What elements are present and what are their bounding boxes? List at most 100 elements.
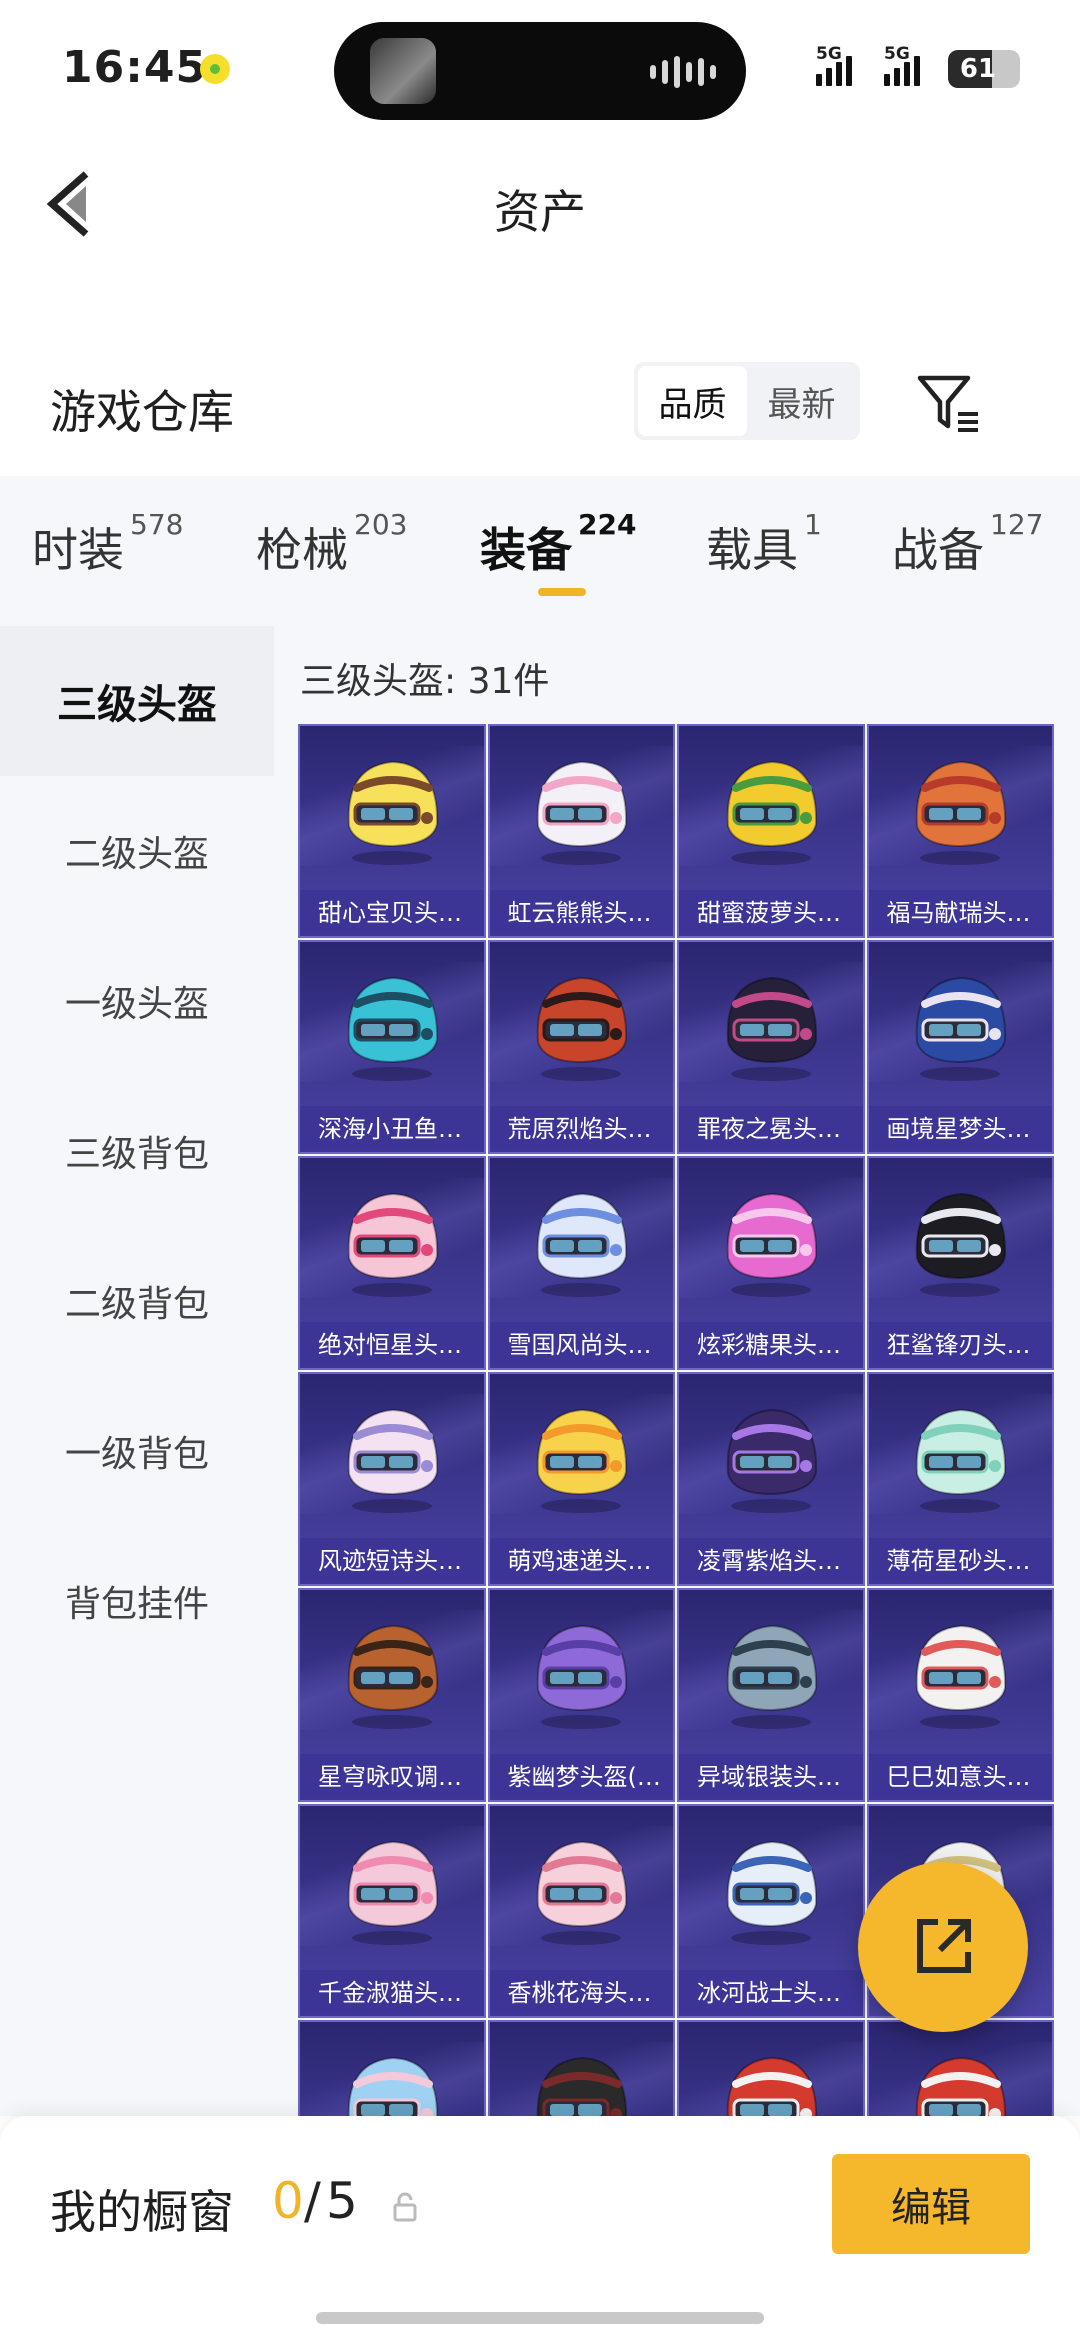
- tab-vehicles[interactable]: 载具 1: [706, 508, 822, 580]
- item-name: 绝对恒星头…: [300, 1322, 484, 1368]
- tab-label: 载具: [706, 523, 798, 577]
- item-card[interactable]: [487, 2020, 675, 2116]
- side-item-backpack-charm[interactable]: 背包挂件: [0, 1526, 274, 1676]
- showcase-used-count: 0: [272, 2172, 304, 2230]
- item-name: 狂鲨锋刃头…: [868, 1322, 1052, 1368]
- showcase-separator: /: [304, 2172, 321, 2230]
- helmet-icon: [347, 1192, 438, 1297]
- item-card[interactable]: 星穹咏叹调…: [298, 1588, 486, 1802]
- helmet-icon: [915, 1408, 1007, 1513]
- sort-toggle: 品质 最新: [634, 362, 860, 440]
- sort-latest-button[interactable]: 最新: [747, 366, 856, 436]
- helmet-icon: [726, 976, 817, 1081]
- item-card[interactable]: 冰河战士头…: [677, 1804, 865, 2018]
- helmet-icon: [726, 1192, 817, 1297]
- tab-count: 1: [804, 508, 822, 541]
- tab-fashion[interactable]: 时装 578: [32, 508, 183, 580]
- side-item-level2-helmet[interactable]: 二级头盔: [0, 776, 274, 926]
- tab-equipment[interactable]: 装备 224: [480, 508, 636, 580]
- edit-showcase-button[interactable]: 编辑: [832, 2154, 1030, 2254]
- item-name: 虹云熊熊头…: [489, 890, 673, 936]
- side-item-level3-backpack[interactable]: 三级背包: [0, 1076, 274, 1226]
- page-title: 资产: [494, 185, 586, 239]
- side-item-level1-helmet[interactable]: 一级头盔: [0, 926, 274, 1076]
- item-card[interactable]: 虹云熊熊头…: [487, 724, 675, 938]
- share-button[interactable]: [858, 1862, 1028, 2032]
- side-item-level2-backpack[interactable]: 二级背包: [0, 1226, 274, 1376]
- helmet-icon: [726, 760, 817, 865]
- item-card[interactable]: 凌霄紫焰头…: [677, 1372, 865, 1586]
- music-app-icon: [200, 54, 230, 84]
- item-card[interactable]: 紫幽梦头盔(…: [487, 1588, 675, 1802]
- showcase-bar: 我的橱窗 0 / 5 编辑: [0, 2116, 1080, 2345]
- tab-count: 203: [354, 508, 408, 541]
- sim2-label: 5G: [884, 44, 910, 64]
- item-name: 风迹短诗头…: [300, 1538, 484, 1584]
- item-name: 巳巳如意头…: [868, 1754, 1052, 1800]
- helmet-icon: [915, 1192, 1007, 1297]
- helmet-icon: [726, 2056, 817, 2116]
- item-card[interactable]: 狂鲨锋刃头…: [866, 1156, 1054, 1370]
- item-card[interactable]: 甜蜜菠萝头…: [677, 724, 865, 938]
- helmet-icon: [915, 2056, 1007, 2116]
- helmet-icon: [536, 1840, 628, 1945]
- helmet-icon: [347, 1408, 438, 1513]
- item-card[interactable]: 萌鸡速递头…: [487, 1372, 675, 1586]
- tab-label: 枪械: [256, 523, 348, 577]
- status-bar: 16:45 5G 5G 61: [0, 0, 1080, 140]
- item-card[interactable]: 画境星梦头…: [866, 940, 1054, 1154]
- item-card[interactable]: 薄荷星砂头…: [866, 1372, 1054, 1586]
- item-card[interactable]: 绝对恒星头…: [298, 1156, 486, 1370]
- filter-icon[interactable]: [914, 368, 986, 440]
- item-name: 萌鸡速递头…: [489, 1538, 673, 1584]
- helmet-icon: [726, 1624, 817, 1729]
- item-card[interactable]: 炫彩糖果头…: [677, 1156, 865, 1370]
- tab-label: 时装: [32, 523, 124, 577]
- item-card[interactable]: 千金淑猫头…: [298, 1804, 486, 2018]
- side-item-level3-helmet[interactable]: 三级头盔: [0, 626, 274, 776]
- item-name: 薄荷星砂头…: [868, 1538, 1052, 1584]
- item-card[interactable]: [866, 2020, 1054, 2116]
- item-name: 甜蜜菠萝头…: [679, 890, 863, 936]
- item-name: 千金淑猫头…: [300, 1970, 484, 2016]
- item-card[interactable]: [677, 2020, 865, 2116]
- item-card[interactable]: [298, 2020, 486, 2116]
- item-card[interactable]: 深海小丑鱼…: [298, 940, 486, 1154]
- sort-quality-button[interactable]: 品质: [638, 366, 747, 436]
- item-name: 福马献瑞头…: [868, 890, 1052, 936]
- item-card[interactable]: 甜心宝贝头…: [298, 724, 486, 938]
- item-name: 冰河战士头…: [679, 1970, 863, 2016]
- helmet-icon: [915, 976, 1007, 1081]
- item-card[interactable]: 异域银装头…: [677, 1588, 865, 1802]
- item-card[interactable]: 巳巳如意头…: [866, 1588, 1054, 1802]
- active-tab-indicator: [538, 588, 586, 596]
- tab-firearms[interactable]: 枪械 203: [256, 508, 407, 580]
- home-indicator: [316, 2312, 764, 2324]
- lock-icon: [393, 2192, 417, 2222]
- helmet-icon: [347, 1840, 438, 1945]
- warehouse-title: 游戏仓库: [50, 385, 234, 439]
- audio-wave-icon: [650, 56, 716, 88]
- item-card[interactable]: 荒原烈焰头…: [487, 940, 675, 1154]
- side-item-level1-backpack[interactable]: 一级背包: [0, 1376, 274, 1526]
- item-card[interactable]: 风迹短诗头…: [298, 1372, 486, 1586]
- dynamic-island[interactable]: [334, 22, 746, 120]
- helmet-icon: [347, 2056, 438, 2116]
- battery-level: 61: [959, 54, 997, 84]
- helmet-icon: [726, 1408, 817, 1513]
- item-card[interactable]: 雪国风尚头…: [487, 1156, 675, 1370]
- item-name: 深海小丑鱼…: [300, 1106, 484, 1152]
- signal-sim1-icon: 5G: [816, 44, 852, 86]
- item-card[interactable]: 罪夜之冕头…: [677, 940, 865, 1154]
- item-name: 星穹咏叹调…: [300, 1754, 484, 1800]
- item-card[interactable]: 福马献瑞头…: [866, 724, 1054, 938]
- helmet-icon: [347, 760, 438, 865]
- item-name: 甜心宝贝头…: [300, 890, 484, 936]
- tab-supplies[interactable]: 战备 127: [892, 508, 1043, 580]
- item-name: 画境星梦头…: [868, 1106, 1052, 1152]
- warehouse-bar: 游戏仓库 品质 最新: [0, 340, 1080, 470]
- item-name: 罪夜之冕头…: [679, 1106, 863, 1152]
- item-card[interactable]: 香桃花海头…: [487, 1804, 675, 2018]
- side-menu: 三级头盔 二级头盔 一级头盔 三级背包 二级背包 一级背包 背包挂件: [0, 626, 274, 2116]
- header: 资产: [0, 140, 1080, 270]
